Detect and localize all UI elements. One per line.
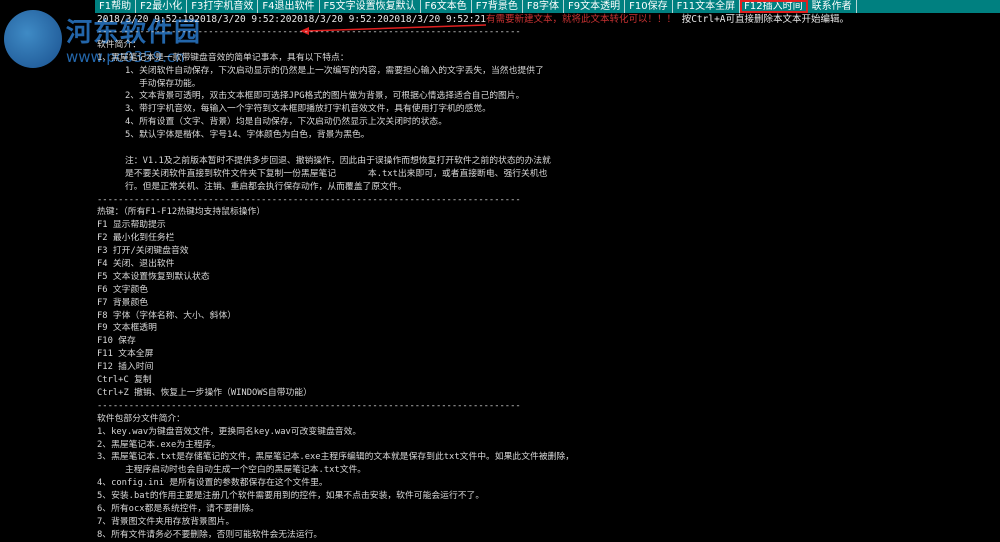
intro-line: 5、默认字体是楷体、字号14、字体颜色为白色，背景为黑色。	[125, 130, 370, 141]
text-color-button[interactable]: F6文本色	[421, 0, 472, 13]
intro-line: 4、所有设置（文字、背景）均是自动保存，下次启动仍然显示上次关闭时的状态。	[125, 117, 447, 128]
hotkey-line: F4 关闭、退出软件	[97, 259, 175, 270]
separator: ----------------------------------------…	[97, 27, 521, 37]
insert-time-button[interactable]: F12插入时间	[740, 0, 808, 13]
file-line: 7、背景图文件夹用存放背景图片。	[97, 516, 235, 527]
font-button[interactable]: F8字体	[523, 0, 564, 13]
hotkey-line: F10 保存	[97, 336, 136, 347]
hotkey-line: F5 文本设置恢复到默认状态	[97, 271, 210, 282]
file-line: 6、所有ocx都是系统控件，请不要删除。	[97, 503, 259, 514]
contact-author-button[interactable]: 联系作者	[808, 0, 857, 13]
intro-line: 手动保存功能。	[139, 78, 201, 89]
hotkey-line: F7 背景颜色	[97, 297, 149, 308]
hotkey-line: Ctrl+Z 撤销、恢复上一步操作（WINDOWS自带功能）	[97, 387, 312, 398]
hotkey-line: F2 最小化到任务栏	[97, 233, 175, 244]
overlay-text: 有需要新建文本，就将此文本转化可以！！！	[485, 14, 676, 25]
files-title: 软件包部分文件简介：	[97, 413, 185, 424]
file-line: 2、黑屋笔记本.exe为主程序。	[97, 439, 221, 450]
hotkey-line: F3 打开/关闭键盘音效	[97, 246, 189, 257]
hotkeys-title: 热键：（所有F1-F12热键均支持鼠标操作）	[97, 207, 266, 218]
function-key-toolbar: F1帮助 F2最小化 F3打字机音效 F4退出软件 F5文字设置恢复默认 F6文…	[95, 0, 1000, 13]
file-line: 5、安装.bat的作用主要是注册几个软件需要用到的控件，如果不点击安装，软件可能…	[97, 491, 485, 502]
fullscreen-button[interactable]: F11文本全屏	[673, 0, 741, 13]
file-line: 3、黑屋笔记本.txt是存储笔记的文件，黑屋笔记本.exe主程序编辑的文本就是保…	[97, 452, 575, 463]
file-line: 4、config.ini 是所有设置的参数都保存在这个文件里。	[97, 478, 328, 489]
hotkey-line: F8 字体（字体名称、大小、斜体）	[97, 310, 237, 321]
intro-line: 1、黑屋笔记本是一款带键盘音效的简单记事本，具有以下特点：	[97, 52, 349, 63]
intro-line: 3、带打字机音效，每输入一个字符到文本框即播放打字机音效文件，具有使用打字机的感…	[125, 104, 491, 115]
hotkey-line: F1 显示帮助提示	[97, 220, 166, 231]
text-transparency-button[interactable]: F9文本透明	[564, 0, 626, 13]
file-line: 8、所有文件请务必不要删除，否则可能软件会无法运行。	[97, 529, 323, 540]
shortcut-tip: 按Ctrl+A可直接删除本文本开始编辑。	[681, 14, 850, 25]
note-line: 注：V1.1及之前版本暂时不提供多步回退、撤销操作，因此由于误操作而想恢复打开软…	[125, 155, 551, 166]
intro-line: 1、关闭软件自动保存，下次启动显示的仍然是上一次编写的内容，需要担心输入的文字丢…	[125, 65, 544, 76]
background-color-button[interactable]: F7背景色	[472, 0, 523, 13]
intro-title: 软件简介：	[97, 39, 141, 50]
exit-button[interactable]: F4退出软件	[258, 0, 320, 13]
reset-text-settings-button[interactable]: F5文字设置恢复默认	[320, 0, 421, 13]
save-button[interactable]: F10保存	[625, 0, 673, 13]
note-line: 行。但是正常关机、注销、重启都会执行保存动作，从而覆盖了原文件。	[125, 181, 407, 192]
hotkey-line: F9 文本框透明	[97, 323, 157, 334]
intro-line: 2、文本背景可透明，双击文本框即可选择JPG格式的图片做为背景，可根据心情选择适…	[125, 91, 525, 102]
hotkey-line: F11 文本全屏	[97, 349, 154, 360]
hotkey-line: Ctrl+C 复制	[97, 375, 152, 386]
hotkey-line: F6 文字颜色	[97, 284, 149, 295]
separator: ----------------------------------------…	[97, 194, 521, 205]
file-line: 主程序启动时也会自动生成一个空白的黑屋笔记本.txt文件。	[125, 465, 367, 476]
hotkey-line: F12 插入时间	[97, 362, 154, 373]
watermark-logo-icon	[4, 10, 62, 68]
file-line: 1、key.wav为键盘音效文件，更换同名key.wav可改变键盘音效。	[97, 426, 362, 437]
separator: ----------------------------------------…	[97, 400, 521, 411]
note-line: 是不要关闭软件直接到软件文件夹下复制一份黑屋笔记 本.txt出来即可，或者直接断…	[125, 168, 548, 179]
text-editor-area[interactable]: ----------------------------------------…	[97, 26, 657, 542]
